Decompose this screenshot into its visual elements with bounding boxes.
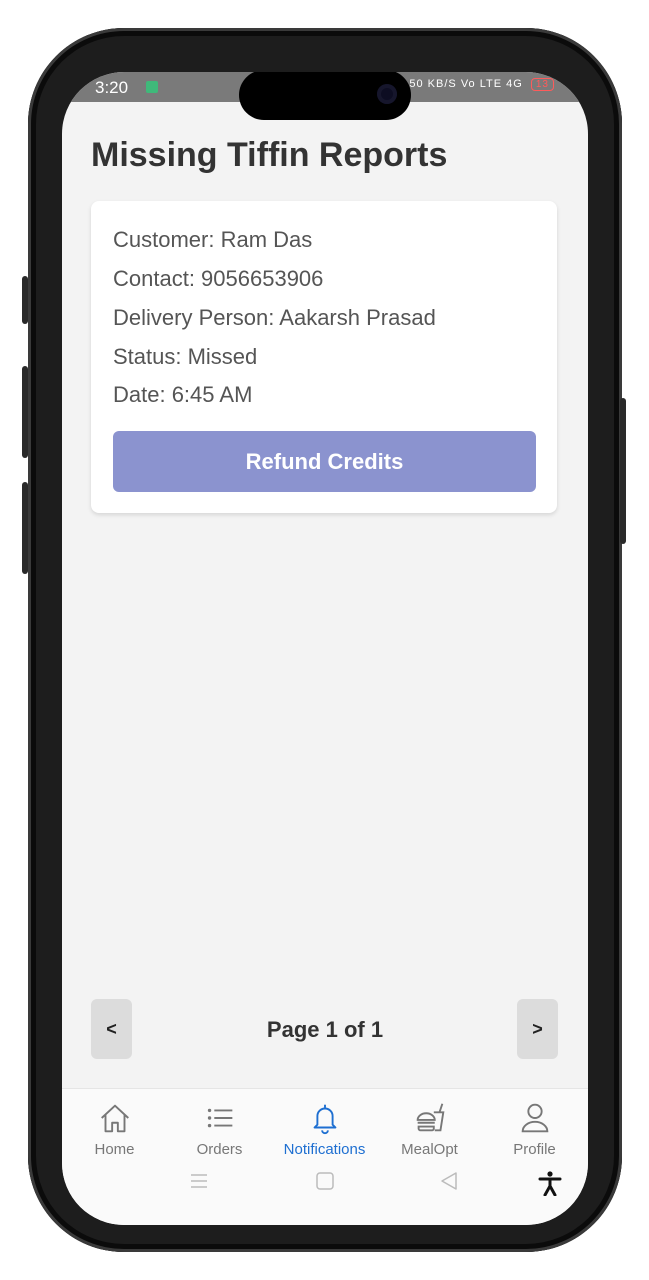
delivery-person-text: Delivery Person: Aakarsh Prasad	[113, 305, 436, 330]
person-icon	[521, 1103, 548, 1133]
dynamic-island	[239, 72, 411, 120]
camera-icon	[377, 84, 397, 104]
tab-profile[interactable]: Profile	[482, 1099, 587, 1158]
tab-notifications[interactable]: Notifications	[272, 1099, 377, 1158]
status-text: Status: Missed	[113, 344, 258, 369]
battery-icon: 13	[530, 78, 554, 91]
home-square-icon[interactable]	[314, 1170, 336, 1192]
side-button	[22, 276, 28, 324]
system-nav-bar	[62, 1162, 588, 1222]
power-button	[620, 398, 626, 544]
date-text: Date: 6:45 AM	[113, 382, 253, 407]
volume-down-button	[22, 482, 28, 574]
tab-home[interactable]: Home	[62, 1099, 167, 1158]
status-time: 3:20	[95, 78, 129, 97]
tab-label-home: Home	[94, 1141, 135, 1158]
tab-mealopt[interactable]: MealOpt	[377, 1099, 482, 1158]
signal-text: Vo LTE 4G	[460, 78, 523, 90]
volume-up-button	[22, 366, 28, 458]
tab-label-orders: Orders	[196, 1141, 243, 1158]
menu-icon[interactable]	[188, 1170, 210, 1192]
status-indicators: 0.50 KB/S Vo LTE 4G 13	[398, 78, 554, 91]
customer-text: Customer: Ram Das	[113, 227, 313, 252]
meal-icon	[416, 1103, 444, 1132]
home-icon	[100, 1104, 129, 1133]
tab-label-mealopt: MealOpt	[401, 1141, 458, 1158]
app-screen: 3:20 0.50 KB/S Vo LTE 4G 13 Missing Tiff…	[62, 72, 588, 1225]
back-triangle-icon[interactable]	[438, 1170, 460, 1192]
accessibility-icon[interactable]	[537, 1170, 563, 1196]
list-icon	[207, 1108, 232, 1128]
next-page-button[interactable]: >	[517, 999, 558, 1059]
refund-credits-button[interactable]: Refund Credits	[113, 431, 536, 492]
sim-icon	[146, 81, 158, 93]
report-card: Customer: Ram Das Contact: 9056653906 De…	[91, 201, 557, 513]
tab-orders[interactable]: Orders	[167, 1099, 272, 1158]
bell-icon	[313, 1104, 336, 1135]
tab-label-profile: Profile	[513, 1141, 556, 1158]
tab-label-notifications: Notifications	[283, 1141, 366, 1158]
page-indicator: Page 1 of 1	[266, 1017, 384, 1042]
page-title: Missing Tiffin Reports	[91, 136, 448, 174]
contact-text: Contact: 9056653906	[113, 266, 324, 291]
